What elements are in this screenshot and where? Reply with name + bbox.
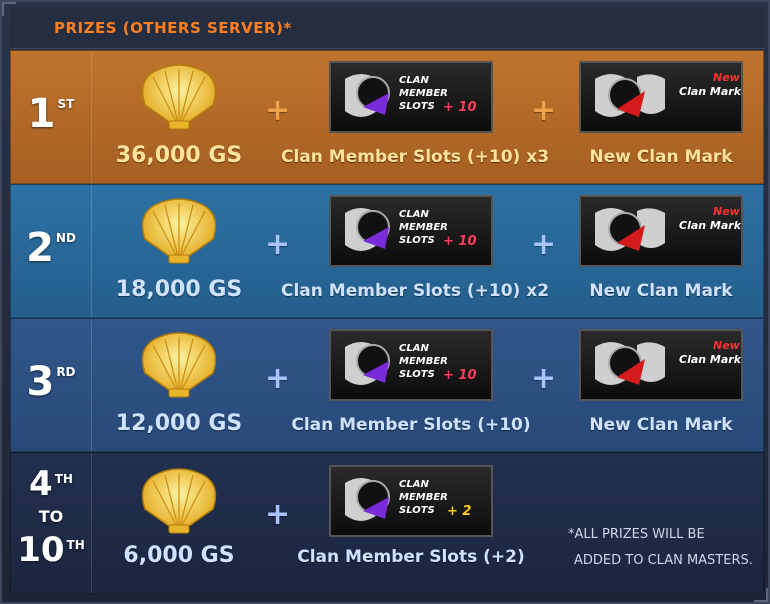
item-bonus: + 10 (443, 234, 477, 249)
rank-label: 4 TH TO 10 TH (17, 464, 85, 570)
item-title-line: SLOTS (399, 235, 435, 246)
gs-shell-icon (141, 468, 217, 534)
new-clan-mark-item: New Clan Mark (579, 195, 743, 267)
plus-sign: + (265, 227, 291, 262)
new-clan-mark-item: New Clan Mark (579, 61, 743, 133)
item-title-line: CLAN (399, 209, 429, 220)
item-caption: Clan Member Slots (+10) x2 (281, 281, 550, 301)
item-title-line: CLAN (399, 479, 429, 490)
rank-label: 3 RD (26, 359, 76, 405)
item-tag: New (713, 71, 741, 84)
panel-header: Prizes (Others Server)* (10, 8, 764, 49)
prize-row-2: 2ND 18,000 GS + CLAN MEMBER SLOTS + 10 (10, 184, 764, 318)
prize-row-3: 3RD 12,000 GS + CLAN MEMBER SLOTS + 10 (10, 318, 764, 452)
item-caption: New Clan Mark (589, 415, 733, 435)
note-line: ADDED TO CLAN MASTERS. (574, 553, 753, 568)
item-title-line: SLOTS (399, 369, 435, 380)
rank-cell: 2 ND (11, 185, 92, 317)
gs-shell-icon (141, 332, 217, 398)
gs-amount: 12,000 GS (115, 411, 243, 436)
item-bonus: + 10 (443, 100, 477, 115)
gs-amount: 36,000 GS (115, 143, 243, 168)
item-title-line: CLAN (399, 75, 429, 86)
rank-cell: 1 ST (11, 51, 92, 183)
prize-panel: Prizes (Others Server)* 1 ST 36,000 GS + … (0, 0, 770, 604)
panel-title: Prizes (Others Server)* (54, 19, 292, 37)
item-title: Clan Mark (679, 85, 741, 98)
clan-member-slots-item: CLAN MEMBER SLOTS + 10 (329, 329, 493, 401)
item-tag: New (713, 205, 741, 218)
item-title: Clan Mark (679, 219, 741, 232)
new-clan-mark-item: New Clan Mark (579, 329, 743, 401)
plus-sign: + (531, 361, 557, 396)
item-caption: New Clan Mark (589, 147, 733, 167)
item-caption: New Clan Mark (589, 281, 733, 301)
item-title-line: SLOTS (399, 101, 435, 112)
prize-row-1: 1ST 36,000 GS + CLAN MEMBER SLOTS + 10 (10, 50, 764, 184)
item-caption: Clan Member Slots (+10) (291, 415, 531, 435)
item-title-line: CLAN (399, 343, 429, 354)
rank-label: 2 ND (26, 225, 76, 271)
item-title-line: SLOTS (399, 505, 435, 516)
prize-note: *ALL PRIZES WILL BE ADDED TO CLAN MASTER… (568, 522, 760, 574)
item-title-line: MEMBER (399, 222, 448, 233)
gs-shell-icon (141, 198, 217, 264)
item-caption: Clan Member Slots (+2) (297, 547, 525, 567)
item-title-line: MEMBER (399, 356, 448, 367)
clan-member-slots-item: CLAN MEMBER SLOTS + 10 (329, 61, 493, 133)
plus-sign: + (265, 361, 291, 396)
item-tag: New (713, 339, 741, 352)
gs-amount: 6,000 GS (123, 543, 235, 568)
item-title-line: MEMBER (399, 492, 448, 503)
gs-shell-icon (141, 64, 217, 130)
rank-label: 1 ST (27, 91, 75, 137)
clan-member-slots-item: CLAN MEMBER SLOTS + 2 (329, 465, 493, 537)
rank-cell: 4 TH TO 10 TH (11, 453, 92, 593)
plus-sign: + (265, 497, 291, 532)
gs-amount: 18,000 GS (115, 277, 243, 302)
item-title-line: MEMBER (399, 88, 448, 99)
note-line: *ALL PRIZES WILL BE (568, 527, 705, 542)
clan-member-slots-item: CLAN MEMBER SLOTS + 10 (329, 195, 493, 267)
item-title: Clan Mark (679, 353, 741, 366)
item-bonus: + 2 (447, 504, 471, 519)
rank-cell: 3 RD (11, 319, 92, 451)
item-bonus: + 10 (443, 368, 477, 383)
plus-sign: + (531, 93, 557, 128)
plus-sign: + (531, 227, 557, 262)
plus-sign: + (265, 93, 291, 128)
item-caption: Clan Member Slots (+10) x3 (281, 147, 550, 167)
